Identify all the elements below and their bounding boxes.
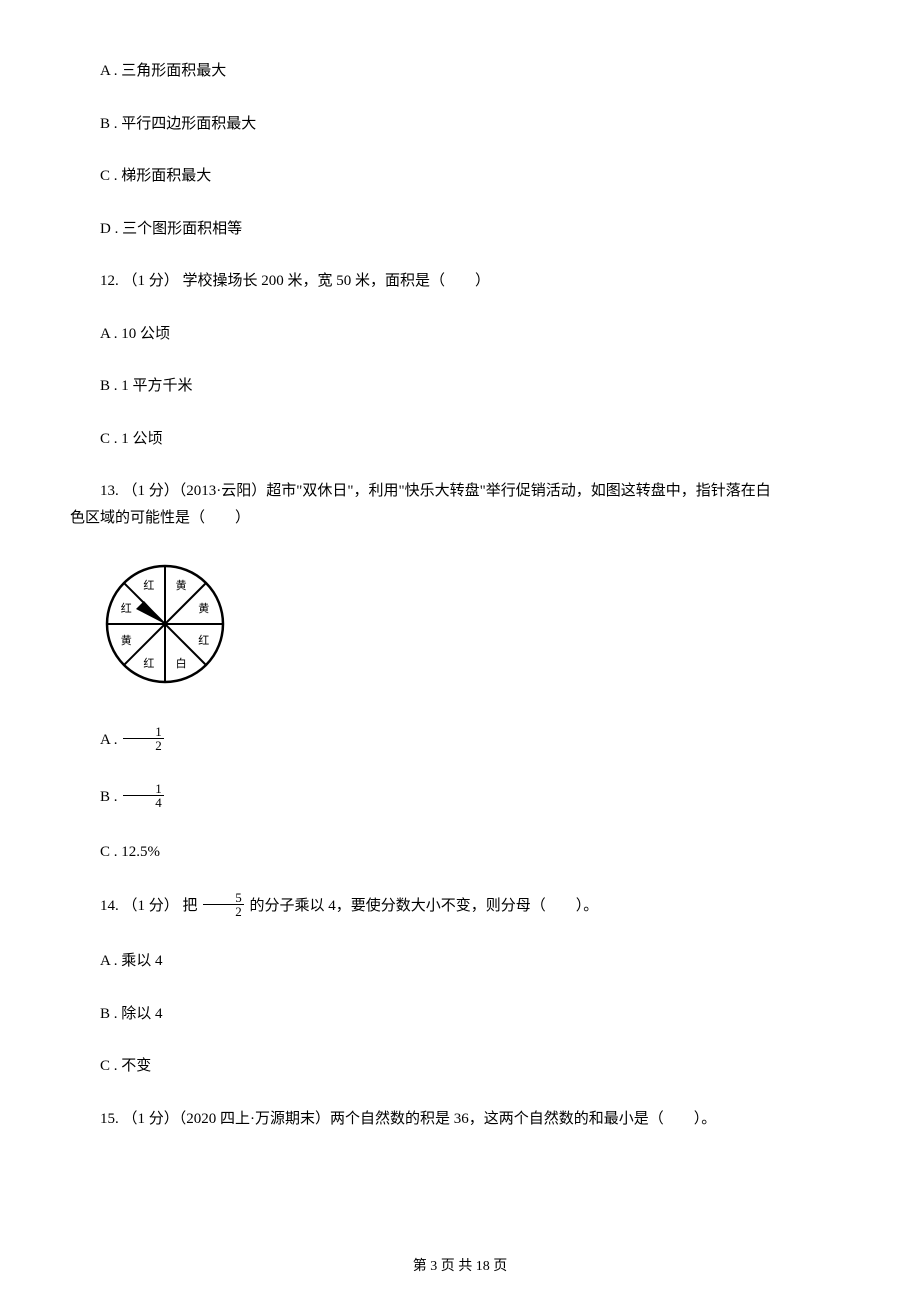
q13-option-a: A . 12: [70, 727, 850, 754]
fraction-icon: 52: [203, 891, 244, 918]
q12-option-a: A . 10 公顷: [70, 323, 850, 346]
q13-option-c: C . 12.5%: [70, 841, 850, 864]
spinner-icon: 红 黄 黄 红 白 红 黄 红: [100, 559, 230, 689]
frac-num: 1: [123, 782, 164, 796]
frac-num: 5: [203, 891, 244, 905]
slice-4-label: 白: [176, 656, 187, 670]
fraction-icon: 12: [123, 725, 164, 752]
document-page: A . 三角形面积最大 B . 平行四边形面积最大 C . 梯形面积最大 D .…: [0, 0, 920, 1302]
frac-den: 2: [123, 739, 164, 752]
q14-option-b: B . 除以 4: [70, 1003, 850, 1026]
q11-option-b: B . 平行四边形面积最大: [70, 113, 850, 136]
page-footer: 第 3 页 共 18 页: [0, 1256, 920, 1277]
q12-stem: 12. （1 分） 学校操场长 200 米，宽 50 米，面积是（ ）: [70, 270, 850, 293]
slice-2-label: 黄: [198, 601, 209, 615]
slice-7-label: 红: [121, 602, 132, 615]
q14-prefix: 14. （1 分） 把: [100, 898, 201, 914]
q14-option-a: A . 乘以 4: [70, 950, 850, 973]
q13-stem-line2: 色区域的可能性是（ ）: [70, 507, 850, 530]
q13-option-b: B . 14: [70, 784, 850, 811]
q13-stem-line1: 13. （1 分）（2013·云阳）超市"双休日"，利用"快乐大转盘"举行促销活…: [70, 480, 850, 503]
slice-5-label: 红: [143, 657, 154, 670]
slice-1-label: 黄: [176, 578, 187, 592]
q12-option-b: B . 1 平方千米: [70, 375, 850, 398]
q11-option-c: C . 梯形面积最大: [70, 165, 850, 188]
q11-option-d: D . 三个图形面积相等: [70, 218, 850, 241]
q13-optA-prefix: A .: [100, 731, 121, 747]
slice-0-label: 红: [143, 579, 154, 592]
frac-den: 2: [203, 905, 244, 918]
slice-3-label: 红: [198, 634, 209, 647]
q12-option-c: C . 1 公顷: [70, 428, 850, 451]
q11-option-a: A . 三角形面积最大: [70, 60, 850, 83]
q15-stem: 15. （1 分）（2020 四上·万源期末）两个自然数的积是 36，这两个自然…: [70, 1108, 850, 1131]
q14-suffix: 的分子乘以 4，要使分数大小不变，则分母（ ）。: [246, 898, 599, 914]
frac-den: 4: [123, 796, 164, 809]
q13-optB-prefix: B .: [100, 788, 121, 804]
frac-num: 1: [123, 725, 164, 739]
q14-stem: 14. （1 分） 把 52 的分子乘以 4，要使分数大小不变，则分母（ ）。: [70, 893, 850, 920]
q14-option-c: C . 不变: [70, 1055, 850, 1078]
fraction-icon: 14: [123, 782, 164, 809]
spinner-figure: 红 黄 黄 红 白 红 黄 红: [100, 559, 850, 697]
slice-6-label: 黄: [121, 633, 132, 647]
